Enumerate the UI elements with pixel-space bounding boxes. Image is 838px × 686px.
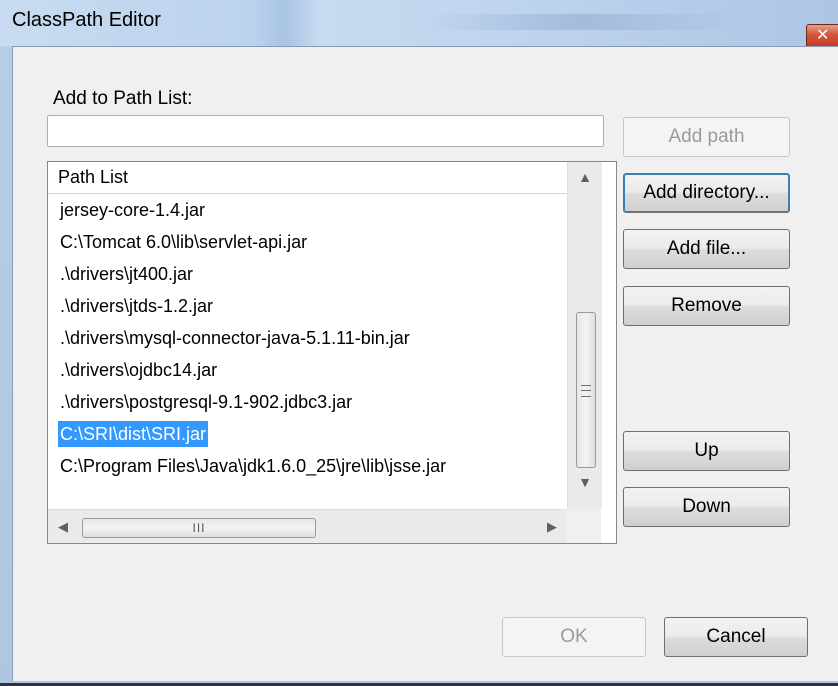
scrollbar-corner [567,509,601,543]
list-item[interactable]: .\drivers\mysql-connector-java-5.1.11-bi… [48,322,567,354]
horizontal-scroll-thumb[interactable]: III [82,518,316,538]
add-path-button[interactable]: Add path [623,117,790,157]
list-item[interactable]: jersey-core-1.4.jar [48,194,567,226]
list-item-label: C:\SRI\dist\SRI.jar [58,421,209,447]
add-file-button[interactable]: Add file... [623,229,790,269]
list-item-label: .\drivers\mysql-connector-java-5.1.11-bi… [60,328,410,348]
vertical-scrollbar[interactable]: ▲ ▼ [567,162,602,509]
vertical-scroll-thumb[interactable] [576,312,596,468]
list-item[interactable]: .\drivers\postgresql-9.1-902.jdbc3.jar [48,386,567,418]
list-item[interactable]: .\drivers\jtds-1.2.jar [48,290,567,322]
remove-button[interactable]: Remove [623,286,790,326]
dialog-body: Add to Path List: Add path Add directory… [12,46,838,681]
path-list-rows: jersey-core-1.4.jar C:\Tomcat 6.0\lib\ser… [48,194,567,482]
ok-button[interactable]: OK [502,617,646,657]
list-item-label: .\drivers\postgresql-9.1-902.jdbc3.jar [60,392,353,412]
list-item-label: C:\Tomcat 6.0\lib\servlet-api.jar [60,232,308,252]
list-item-label: .\drivers\ojdbc14.jar [60,360,218,380]
down-button[interactable]: Down [623,487,790,527]
list-item-label: .\drivers\jtds-1.2.jar [60,296,214,316]
list-item[interactable]: C:\SRI\dist\SRI.jar [48,418,567,450]
up-button[interactable]: Up [623,431,790,471]
title-bar-glass [420,14,740,30]
cancel-button[interactable]: Cancel [664,617,808,657]
path-input[interactable] [47,115,604,147]
add-directory-button[interactable]: Add directory... [623,173,790,213]
scroll-up-icon[interactable]: ▲ [568,162,602,192]
grip-icon [581,385,591,397]
close-icon: ✕ [816,27,830,44]
list-item[interactable]: .\drivers\ojdbc14.jar [48,354,567,386]
path-list-header[interactable]: Path List [48,162,567,194]
add-to-path-label: Add to Path List: [53,88,193,109]
scroll-left-icon[interactable]: ◀ [48,510,78,543]
list-item-label: jersey-core-1.4.jar [60,200,206,220]
scroll-down-icon[interactable]: ▼ [568,467,602,497]
list-item[interactable]: C:\Program Files\Java\jdk1.6.0_25\jre\li… [48,450,567,482]
close-button[interactable]: ✕ [806,24,838,48]
list-item-label: .\drivers\jt400.jar [60,264,194,284]
title-bar[interactable]: ClassPath Editor ✕ [0,0,838,48]
list-item[interactable]: .\drivers\jt400.jar [48,258,567,290]
list-item-label: C:\Program Files\Java\jdk1.6.0_25\jre\li… [60,456,447,476]
list-item[interactable]: C:\Tomcat 6.0\lib\servlet-api.jar [48,226,567,258]
window-frame: ClassPath Editor ✕ Add to Path List: Add… [0,0,838,686]
horizontal-scrollbar[interactable]: ◀ III ▶ [48,509,567,543]
path-list-box[interactable]: Path List jersey-core-1.4.jar C:\Tomcat 6… [47,161,617,544]
scroll-right-icon[interactable]: ▶ [537,510,567,543]
window-title: ClassPath Editor [12,9,161,31]
